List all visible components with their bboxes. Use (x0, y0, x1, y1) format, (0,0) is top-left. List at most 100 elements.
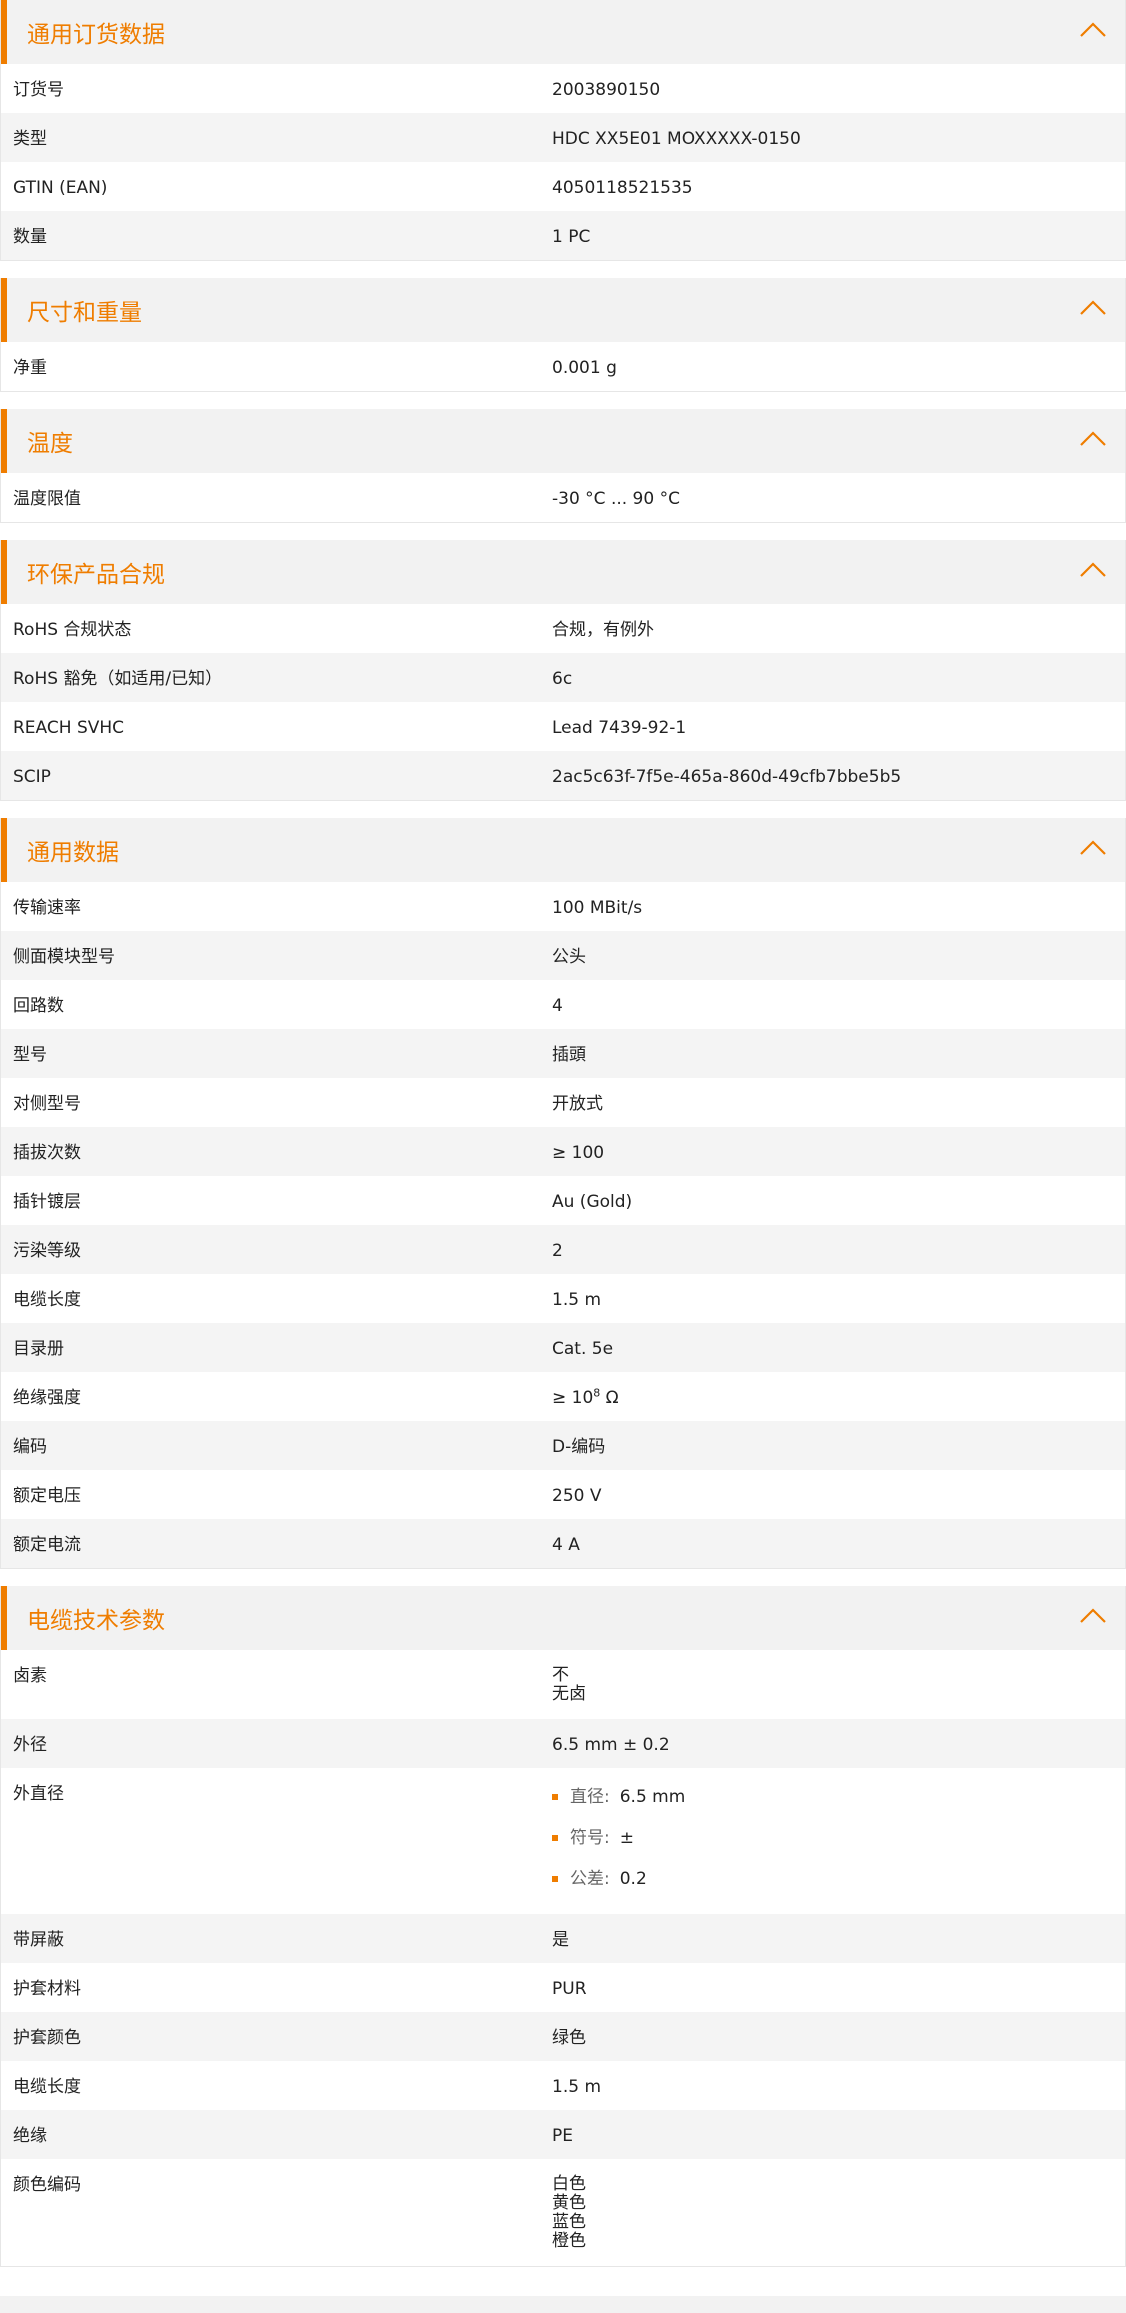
row-value: 不 无卤 (552, 1666, 1125, 1719)
table-row: 颜色编码 白色 黄色 蓝色 橙色 (1, 2159, 1125, 2266)
row-value: 6.5 mm ± 0.2 (552, 1735, 670, 1755)
table-row: 类型 HDC XX5E01 MOXXXXX-0150 (1, 113, 1125, 162)
value-line: 白色 (552, 2174, 586, 2194)
bullet-key: 公差: (570, 1868, 610, 1889)
chevron-up-icon[interactable] (1079, 429, 1107, 449)
list-item: 符号: ± (552, 1817, 1125, 1858)
value-line: 橙色 (552, 2231, 586, 2251)
row-label: 电缆长度 (13, 2077, 81, 2097)
row-value: 1.5 m (552, 2077, 601, 2097)
row-label: 型号 (13, 1045, 47, 1065)
row-label: 类型 (13, 129, 47, 149)
table-row: 额定电压 250 V (1, 1470, 1125, 1519)
table-row: 温度限值 -30 °C ... 90 °C (1, 473, 1125, 522)
bullet-square-icon (552, 1834, 558, 1841)
table-row: RoHS 豁免（如适用/已知） 6c (1, 653, 1125, 702)
bullet-key: 符号: (570, 1827, 610, 1848)
section-title: 温度 (27, 431, 73, 457)
table-row: 护套材料 PUR (1, 1963, 1125, 2012)
chevron-up-icon[interactable] (1079, 20, 1107, 40)
row-value: 100 MBit/s (552, 898, 643, 918)
row-value: 插頭 (552, 1045, 586, 1065)
row-value: ≥ 108 Ω (552, 1387, 1125, 1421)
chevron-up-icon[interactable] (1079, 838, 1107, 858)
chevron-up-icon[interactable] (1079, 1606, 1107, 1626)
row-value: 2003890150 (552, 80, 661, 100)
row-label: 额定电流 (13, 1535, 81, 1555)
table-row: 带屏蔽 是 (1, 1914, 1125, 1963)
section-title: 电缆技术参数 (27, 1608, 165, 1634)
row-value: 直径: 6.5 mm 符号: ± 公差: 0.2 (552, 1784, 1125, 1914)
row-label: 温度限值 (13, 489, 81, 509)
row-label: 传输速率 (13, 898, 81, 918)
table-row: 回路数 4 (1, 980, 1125, 1029)
row-value: 1.5 m (552, 1290, 601, 1310)
row-label: 数量 (13, 227, 47, 247)
row-label: 订货号 (13, 80, 64, 100)
row-label: RoHS 合规状态 (13, 620, 132, 640)
row-label: 外径 (13, 1735, 47, 1755)
table-row: 绝缘 PE (1, 2110, 1125, 2159)
row-value: Lead 7439-92-1 (552, 718, 687, 738)
row-label: 护套颜色 (13, 2028, 81, 2048)
row-value: PUR (552, 1979, 587, 1999)
row-value: 4050118521535 (552, 178, 693, 198)
table-row: 插针镀层 Au (Gold) (1, 1176, 1125, 1225)
table-row: 额定电流 4 A (1, 1519, 1125, 1568)
row-label: 污染等级 (13, 1241, 81, 1261)
row-label: 电缆长度 (13, 1290, 81, 1310)
table-row: 污染等级 2 (1, 1225, 1125, 1274)
section-environmental-compliance: 环保产品合规 RoHS 合规状态 合规，有例外 RoHS 豁免（如适用/已知） 6c… (0, 540, 1126, 801)
row-label: 净重 (13, 358, 47, 378)
row-value: 合规，有例外 (552, 620, 654, 640)
value-line: 不 (552, 1665, 569, 1685)
row-value: 2 (552, 1241, 563, 1261)
section-header-cable-specs[interactable]: 电缆技术参数 (1, 1586, 1125, 1650)
bullet-key: 直径: (570, 1786, 610, 1807)
chevron-up-icon[interactable] (1079, 560, 1107, 580)
row-label: 侧面模块型号 (13, 947, 115, 967)
section-header-environmental-compliance[interactable]: 环保产品合规 (1, 540, 1125, 604)
row-value: Cat. 5e (552, 1339, 614, 1359)
table-row: 订货号 2003890150 (1, 64, 1125, 113)
table-row: REACH SVHC Lead 7439-92-1 (1, 702, 1125, 751)
row-value: 2ac5c63f-7f5e-465a-860d-49cfb7bbe5b5 (552, 767, 902, 787)
row-value: 开放式 (552, 1094, 603, 1114)
table-row: RoHS 合规状态 合规，有例外 (1, 604, 1125, 653)
bullet-value: 0.2 (619, 1868, 647, 1889)
insulation-value-unit: Ω (600, 1388, 619, 1408)
section-temperature: 温度 温度限值 -30 °C ... 90 °C (0, 409, 1126, 523)
row-label: 编码 (13, 1437, 47, 1457)
row-label: 外直径 (13, 1784, 64, 1804)
section-header-general-data[interactable]: 通用数据 (1, 818, 1125, 882)
section-cable-specs: 电缆技术参数 卤素 不 无卤 外径 6.5 mm ± 0.2 外直径 直径: 6.5… (0, 1586, 1126, 2267)
chevron-up-icon[interactable] (1079, 298, 1107, 318)
row-value: 绿色 (552, 2028, 586, 2048)
bullet-square-icon (552, 1875, 558, 1882)
table-row: 插拔次数 ≥ 100 (1, 1127, 1125, 1176)
section-order-data: 通用订货数据 订货号 2003890150 类型 HDC XX5E01 MOXXXX… (0, 0, 1126, 261)
table-row: 传输速率 100 MBit/s (1, 882, 1125, 931)
section-title: 尺寸和重量 (27, 300, 142, 326)
table-row: 护套颜色 绿色 (1, 2012, 1125, 2061)
row-value: 250 V (552, 1486, 602, 1506)
table-row: GTIN (EAN) 4050118521535 (1, 162, 1125, 211)
row-label: 绝缘强度 (13, 1388, 81, 1408)
row-label: REACH SVHC (13, 718, 125, 738)
row-value: 0.001 g (552, 358, 617, 378)
insulation-value-prefix: ≥ 10 (552, 1388, 594, 1408)
section-header-order-data[interactable]: 通用订货数据 (1, 0, 1125, 64)
row-value: -30 °C ... 90 °C (552, 489, 680, 509)
bullet-value: ± (619, 1827, 634, 1848)
row-value: 白色 黄色 蓝色 橙色 (552, 2175, 1125, 2266)
row-label: 带屏蔽 (13, 1930, 64, 1950)
row-value: 1 PC (552, 227, 591, 247)
section-header-temperature[interactable]: 温度 (1, 409, 1125, 473)
row-label: 护套材料 (13, 1979, 81, 1999)
row-value: 4 (552, 996, 563, 1016)
row-label: 插拔次数 (13, 1143, 81, 1163)
list-item: 公差: 0.2 (552, 1858, 1125, 1899)
table-row: 外直径 直径: 6.5 mm 符号: ± 公差: 0.2 (1, 1768, 1125, 1914)
table-row: 目录册 Cat. 5e (1, 1323, 1125, 1372)
section-header-dimensions-weight[interactable]: 尺寸和重量 (1, 278, 1125, 342)
